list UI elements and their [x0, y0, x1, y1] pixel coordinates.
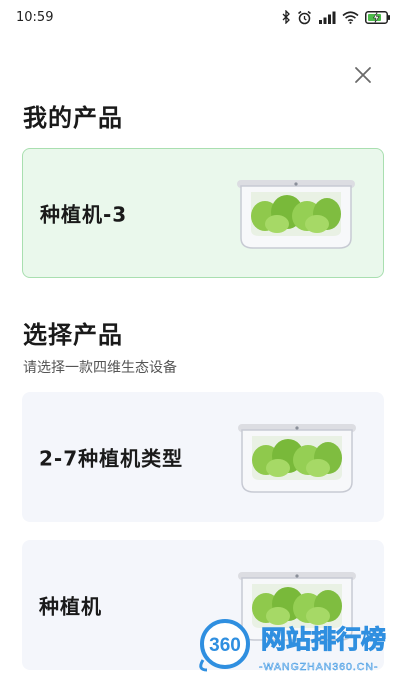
- svg-text:360: 360: [209, 635, 241, 656]
- status-time: 10:59: [16, 10, 54, 25]
- product-option-label: 2-7种植机类型: [39, 446, 184, 471]
- select-product-subtitle: 请选择一款四维生态设备: [23, 360, 177, 376]
- signal-icon: [319, 11, 336, 24]
- planter-image: [238, 424, 356, 493]
- select-product-title: 选择产品: [23, 321, 123, 349]
- wifi-icon: [342, 10, 359, 24]
- alarm-icon: [298, 10, 311, 24]
- watermark-logo: 360 网站排行榜 -WANGZHAN360.CN-: [199, 619, 387, 673]
- close-icon: [355, 67, 371, 83]
- battery-charging-icon: [365, 10, 390, 24]
- status-bar: 10:59: [0, 0, 405, 34]
- svg-text:网站排行榜: 网站排行榜: [261, 625, 386, 654]
- planter-image: [237, 180, 355, 249]
- my-products-title: 我的产品: [23, 104, 123, 132]
- product-name: 种植机-3: [40, 202, 128, 227]
- product-option-card[interactable]: 2-7种植机类型: [22, 392, 384, 522]
- product-option-label: 种植机: [39, 594, 102, 619]
- my-product-card[interactable]: 种植机-3: [22, 148, 384, 278]
- close-button[interactable]: [350, 62, 376, 88]
- status-icons: [281, 9, 391, 25]
- bluetooth-icon: [282, 10, 290, 24]
- svg-text:-WANGZHAN360.CN-: -WANGZHAN360.CN-: [259, 661, 378, 673]
